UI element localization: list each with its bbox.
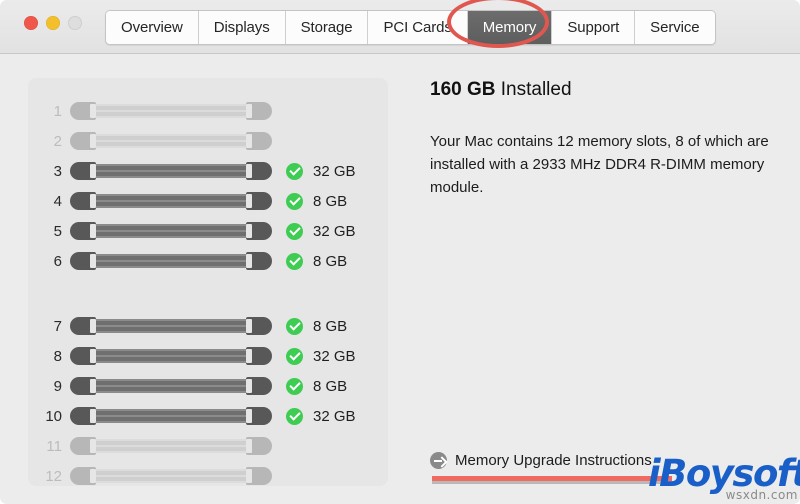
slot-number: 11 xyxy=(28,438,70,455)
slot-number: 1 xyxy=(28,103,70,120)
memory-slot-row: 5 32 GB xyxy=(28,220,388,242)
dimm-module-icon xyxy=(70,192,272,210)
memory-slot-row: 3 32 GB xyxy=(28,160,388,182)
green-check-icon xyxy=(286,378,303,395)
memory-slot-row: 2 xyxy=(28,130,388,152)
tab-overview[interactable]: Overview xyxy=(106,11,199,44)
dimm-module-icon xyxy=(70,222,272,240)
window-body: 12332 GB48 GB532 GB68 GB78 GB832 GB98 GB… xyxy=(0,54,800,504)
dimm-module-icon xyxy=(70,407,272,425)
tab-storage[interactable]: Storage xyxy=(286,11,369,44)
empty-slot-icon xyxy=(70,102,272,120)
memory-slot-row: 6 8 GB xyxy=(28,250,388,272)
slot-size-label: 8 GB xyxy=(313,318,347,335)
slot-number: 4 xyxy=(28,193,70,210)
slot-number: 7 xyxy=(28,318,70,335)
installed-suffix: Installed xyxy=(495,79,571,100)
memory-slot-panel: 12332 GB48 GB532 GB68 GB78 GB832 GB98 GB… xyxy=(28,78,388,486)
green-check-icon xyxy=(286,318,303,335)
slot-size-label: 8 GB xyxy=(313,378,347,395)
slot-number: 10 xyxy=(28,408,70,425)
slot-number: 12 xyxy=(28,468,70,485)
slot-size-label: 32 GB xyxy=(313,348,356,365)
memory-upgrade-instructions-link[interactable]: Memory Upgrade Instructions xyxy=(430,452,652,469)
tab-pci-cards[interactable]: PCI Cards xyxy=(368,11,467,44)
dimm-module-icon xyxy=(70,162,272,180)
memory-slot-row: 12 xyxy=(28,465,388,487)
screenshot-root: OverviewDisplaysStoragePCI CardsMemorySu… xyxy=(0,0,800,504)
tab-service[interactable]: Service xyxy=(635,11,714,44)
zoom-button xyxy=(68,16,82,30)
slot-number: 2 xyxy=(28,133,70,150)
slot-size-label: 32 GB xyxy=(313,223,356,240)
memory-info-panel: 160 GB Installed Your Mac contains 12 me… xyxy=(430,78,775,199)
memory-description: Your Mac contains 12 memory slots, 8 of … xyxy=(430,130,770,199)
tab-bar: OverviewDisplaysStoragePCI CardsMemorySu… xyxy=(105,10,716,45)
green-check-icon xyxy=(286,223,303,240)
window-controls xyxy=(24,16,82,30)
green-check-icon xyxy=(286,348,303,365)
green-check-icon xyxy=(286,163,303,180)
slot-number: 6 xyxy=(28,253,70,270)
dimm-module-icon xyxy=(70,377,272,395)
arrow-right-circle-icon xyxy=(430,452,447,469)
memory-slot-row: 10 32 GB xyxy=(28,405,388,427)
memory-upgrade-instructions-label: Memory Upgrade Instructions xyxy=(455,452,652,469)
close-button[interactable] xyxy=(24,16,38,30)
dimm-module-icon xyxy=(70,317,272,335)
tab-displays[interactable]: Displays xyxy=(199,11,286,44)
slot-size-label: 32 GB xyxy=(313,163,356,180)
green-check-icon xyxy=(286,193,303,210)
slot-number: 9 xyxy=(28,378,70,395)
slot-number: 8 xyxy=(28,348,70,365)
system-information-window: OverviewDisplaysStoragePCI CardsMemorySu… xyxy=(0,0,800,504)
installed-amount: 160 GB xyxy=(430,79,495,100)
tab-memory[interactable]: Memory xyxy=(468,11,553,44)
memory-slot-row: 9 8 GB xyxy=(28,375,388,397)
empty-slot-icon xyxy=(70,437,272,455)
slot-size-label: 32 GB xyxy=(313,408,356,425)
memory-slot-row: 4 8 GB xyxy=(28,190,388,212)
green-check-icon xyxy=(286,408,303,425)
minimize-button[interactable] xyxy=(46,16,60,30)
dimm-module-icon xyxy=(70,252,272,270)
green-check-icon xyxy=(286,253,303,270)
window-titlebar: OverviewDisplaysStoragePCI CardsMemorySu… xyxy=(0,0,800,54)
memory-slot-row: 8 32 GB xyxy=(28,345,388,367)
slot-size-label: 8 GB xyxy=(313,193,347,210)
gray-underline-annotation xyxy=(432,481,672,484)
slot-size-label: 8 GB xyxy=(313,253,347,270)
installed-summary: 160 GB Installed xyxy=(430,78,775,102)
tab-support[interactable]: Support xyxy=(552,11,635,44)
memory-slot-row: 1 xyxy=(28,100,388,122)
memory-slot-row: 11 xyxy=(28,435,388,457)
empty-slot-icon xyxy=(70,467,272,485)
memory-slot-row: 7 8 GB xyxy=(28,315,388,337)
empty-slot-icon xyxy=(70,132,272,150)
dimm-module-icon xyxy=(70,347,272,365)
slot-number: 3 xyxy=(28,163,70,180)
slot-number: 5 xyxy=(28,223,70,240)
